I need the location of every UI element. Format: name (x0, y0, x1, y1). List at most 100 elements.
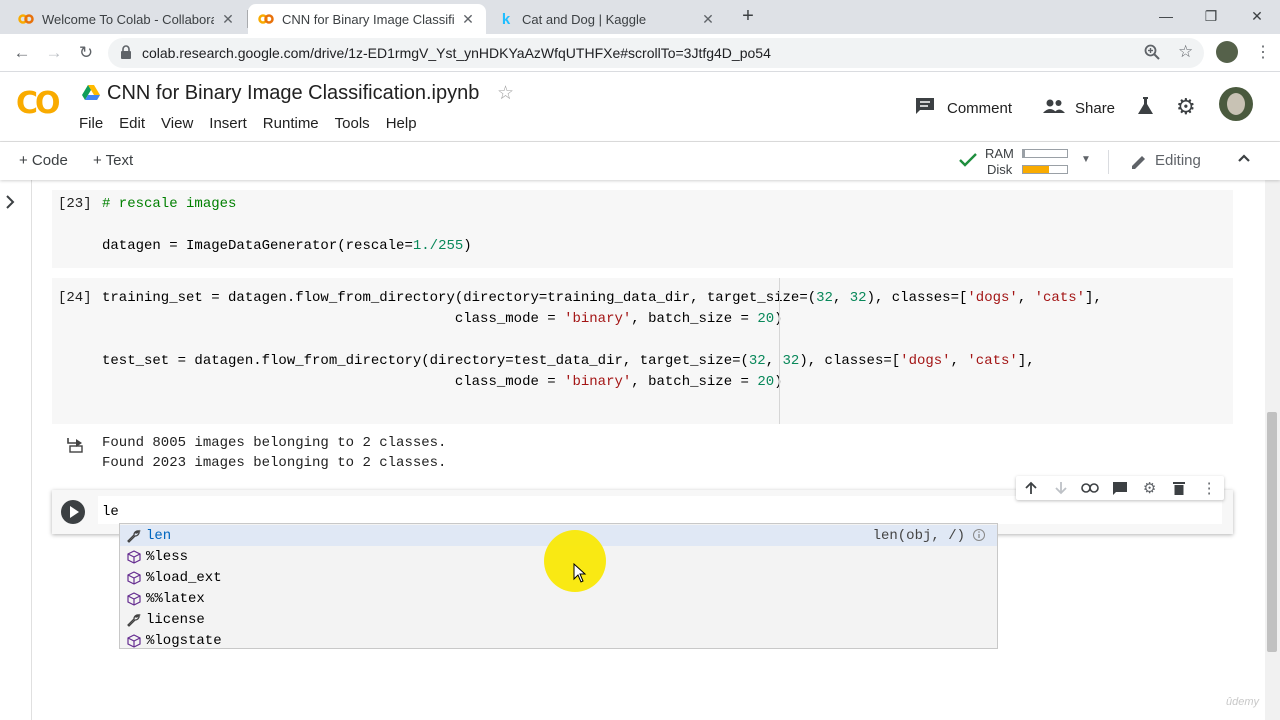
connected-check-icon (959, 152, 977, 173)
autocomplete-item[interactable]: license (120, 609, 997, 630)
code-token: , (950, 353, 968, 369)
code-comment: # rescale images (102, 196, 237, 212)
restore-window-button[interactable]: ❐ (1196, 4, 1226, 28)
code-line[interactable]: class_mode = 'binary', batch_size = 20) (102, 309, 783, 330)
ram-label: RAM (985, 146, 1014, 161)
colab-logo[interactable]: CO (16, 86, 60, 121)
zoom-icon[interactable] (1144, 44, 1160, 65)
add-comment-icon[interactable] (1108, 476, 1132, 500)
minimize-window-button[interactable]: — (1151, 4, 1181, 28)
menu-tools[interactable]: Tools (335, 115, 370, 132)
notebook-toolbar: + Code + Text RAM Disk ▼ Editing (0, 142, 1280, 180)
close-tab-icon[interactable]: ✕ (700, 11, 716, 28)
ram-usage-meter[interactable] (1022, 149, 1068, 158)
code-line[interactable]: datagen = ImageDataGenerator(rescale=1./… (102, 236, 472, 257)
colab-icon (258, 11, 274, 27)
expand-sidebar-icon[interactable] (4, 194, 16, 215)
browser-tab-cnn[interactable]: CNN for Binary Image Classificati ✕ (248, 4, 486, 34)
autocomplete-label: %%latex (146, 590, 205, 607)
star-notebook-icon[interactable]: ☆ (497, 82, 514, 105)
add-text-cell-button[interactable]: + Text (93, 152, 133, 169)
menu-insert[interactable]: Insert (209, 115, 247, 132)
close-window-button[interactable]: ✕ (1242, 4, 1272, 28)
output-clear-icon[interactable] (66, 437, 84, 458)
code-token: class_mode = (102, 374, 565, 390)
browser-menu-icon[interactable]: ⋮ (1255, 42, 1271, 62)
wrench-icon (126, 612, 142, 628)
notebook-body: [23] # rescale images datagen = ImageDat… (0, 180, 1280, 720)
cell-output-line: Found 8005 images belonging to 2 classes… (102, 435, 447, 451)
delete-cell-icon[interactable] (1167, 476, 1191, 500)
browser-tab-kaggle[interactable]: k Cat and Dog | Kaggle ✕ (488, 4, 726, 34)
code-token: , batch_size = (631, 374, 758, 390)
comment-button[interactable]: Comment (915, 96, 1012, 120)
code-cell-23[interactable]: [23] # rescale images datagen = ImageDat… (52, 190, 1233, 268)
autocomplete-label: %logstate (146, 632, 222, 649)
code-editor[interactable] (98, 496, 1222, 524)
address-bar[interactable]: colab.research.google.com/drive/1z-ED1rm… (108, 38, 1204, 68)
code-string: 'dogs' (967, 290, 1018, 306)
disk-usage-meter[interactable] (1022, 165, 1068, 174)
cube-icon (126, 633, 142, 649)
settings-gear-icon[interactable]: ⚙ (1176, 94, 1196, 120)
code-line[interactable]: test_set = datagen.flow_from_directory(d… (102, 351, 1035, 372)
reload-button[interactable]: ↻ (73, 40, 99, 66)
move-cell-up-icon[interactable] (1019, 476, 1043, 500)
browser-tab-welcome[interactable]: Welcome To Colab - Collaborator ✕ (8, 4, 246, 34)
cell-prompt: [24] (58, 290, 92, 306)
code-cell-24[interactable]: [24] training_set = datagen.flow_from_di… (52, 278, 1233, 424)
forward-button[interactable]: → (41, 40, 67, 66)
notebook-title[interactable]: CNN for Binary Image Classification.ipyn… (107, 82, 479, 105)
collapse-header-icon[interactable] (1237, 151, 1251, 170)
resources-dropdown-icon[interactable]: ▼ (1081, 154, 1091, 165)
move-cell-down-icon[interactable] (1049, 476, 1073, 500)
cell-prompt: [23] (58, 196, 92, 212)
share-button[interactable]: Share (1043, 96, 1115, 120)
autocomplete-label: len (146, 527, 172, 544)
code-line[interactable]: training_set = datagen.flow_from_directo… (102, 288, 1102, 309)
code-token: class_mode = (102, 311, 565, 327)
colab-icon (18, 11, 34, 27)
cell-settings-icon[interactable]: ⚙ (1138, 476, 1162, 500)
pencil-icon (1130, 153, 1148, 176)
profile-avatar[interactable] (1216, 41, 1238, 63)
add-code-cell-button[interactable]: + Code (19, 152, 68, 169)
url-text: colab.research.google.com/drive/1z-ED1rm… (142, 45, 771, 61)
bookmark-star-icon[interactable]: ☆ (1178, 42, 1193, 62)
code-input[interactable]: le (102, 502, 119, 523)
code-number: 32 (849, 290, 867, 306)
menu-edit[interactable]: Edit (119, 115, 145, 132)
new-tab-button[interactable]: + (738, 6, 758, 26)
user-avatar[interactable] (1219, 87, 1253, 121)
tab-title: Welcome To Colab - Collaborator (42, 11, 214, 27)
scrollbar-thumb[interactable] (1267, 412, 1277, 652)
kaggle-icon: k (501, 10, 511, 28)
menu-file[interactable]: File (79, 115, 103, 132)
code-number: 32 (816, 290, 833, 306)
code-line[interactable]: # rescale images (102, 194, 236, 215)
close-tab-icon[interactable]: ✕ (220, 11, 236, 28)
autocomplete-label: %less (146, 548, 189, 565)
code-token: , (1017, 290, 1035, 306)
link-to-cell-icon[interactable] (1078, 476, 1102, 500)
autocomplete-item[interactable]: %logstate (120, 630, 997, 651)
line-length-ruler (779, 278, 780, 424)
left-sidebar (0, 180, 32, 720)
menu-help[interactable]: Help (386, 115, 417, 132)
wrench-icon (126, 528, 142, 544)
code-number: 1./255 (412, 238, 464, 254)
autocomplete-item[interactable]: %%latex (120, 588, 997, 609)
code-number: 20 (757, 311, 775, 327)
editing-mode-button[interactable]: Editing (1155, 152, 1201, 169)
flask-icon[interactable] (1137, 97, 1154, 120)
menu-runtime[interactable]: Runtime (263, 115, 319, 132)
info-icon[interactable] (972, 528, 986, 547)
code-string: 'binary' (564, 374, 632, 390)
menu-view[interactable]: View (161, 115, 193, 132)
back-button[interactable]: ← (9, 40, 35, 66)
code-line[interactable]: class_mode = 'binary', batch_size = 20) (102, 372, 783, 393)
code-token: test_set = datagen.flow_from_directory(d… (102, 353, 749, 369)
close-tab-icon[interactable]: ✕ (460, 11, 476, 28)
more-options-icon[interactable]: ⋮ (1197, 476, 1221, 500)
run-cell-button[interactable] (61, 500, 85, 524)
